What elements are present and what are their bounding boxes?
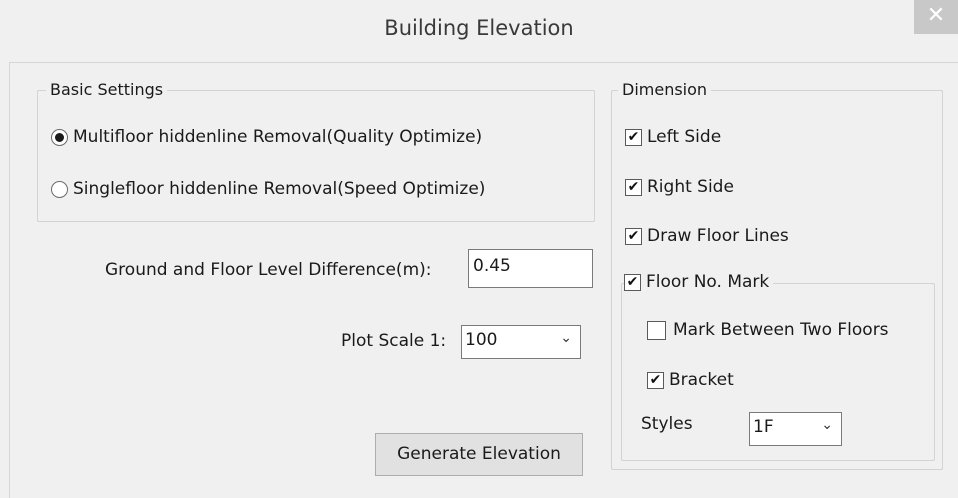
left-side-checkbox[interactable]: ✔ Left Side — [625, 127, 721, 147]
close-button[interactable]: ✕ — [914, 0, 958, 34]
styles-label: Styles — [641, 414, 693, 434]
floor-no-mark-checkbox[interactable]: ✔ Floor No. Mark — [624, 272, 774, 292]
checkmark-icon[interactable]: ✔ — [647, 371, 664, 389]
mark-between-label: Mark Between Two Floors — [673, 320, 889, 340]
dialog-body: Basic Settings Multifloor hiddenline Rem… — [9, 62, 958, 498]
styles-select[interactable]: 1F ⌄ — [749, 412, 842, 446]
close-icon: ✕ — [926, 3, 946, 28]
radio-unselected-icon[interactable] — [51, 180, 68, 198]
multifloor-radio-option[interactable]: Multifloor hiddenline Removal(Quality Op… — [51, 127, 482, 147]
bracket-label: Bracket — [669, 370, 734, 390]
singlefloor-radio-option[interactable]: Singlefloor hiddenline Removal(Speed Opt… — [51, 179, 485, 199]
right-side-label: Right Side — [647, 177, 734, 197]
draw-floor-lines-label: Draw Floor Lines — [647, 226, 789, 246]
mark-between-checkbox[interactable]: Mark Between Two Floors — [647, 320, 889, 340]
styles-value: 1F — [753, 417, 774, 437]
plot-scale-select[interactable]: 100 ⌄ — [461, 325, 581, 359]
checkmark-icon[interactable]: ✔ — [625, 178, 642, 196]
plot-scale-label: Plot Scale 1: — [341, 331, 447, 351]
dimension-legend: Dimension — [618, 80, 712, 99]
generate-elevation-button[interactable]: Generate Elevation — [375, 433, 583, 476]
unchecked-box-icon[interactable] — [647, 320, 666, 340]
ground-floor-diff-label: Ground and Floor Level Difference(m): — [105, 260, 432, 280]
multifloor-label: Multifloor hiddenline Removal(Quality Op… — [73, 127, 483, 147]
draw-floor-lines-checkbox[interactable]: ✔ Draw Floor Lines — [625, 226, 789, 246]
chevron-down-icon: ⌄ — [560, 330, 572, 346]
singlefloor-label: Singlefloor hiddenline Removal(Speed Opt… — [73, 179, 486, 199]
ground-floor-diff-input[interactable]: 0.45 — [468, 249, 593, 288]
plot-scale-value: 100 — [465, 330, 498, 350]
checkmark-icon[interactable]: ✔ — [624, 273, 641, 291]
dimension-group: Dimension ✔ Left Side ✔ Right Side ✔ Dra… — [611, 80, 943, 470]
basic-settings-legend: Basic Settings — [46, 80, 168, 99]
floor-no-mark-label: Floor No. Mark — [646, 272, 770, 292]
window-title: Building Elevation — [384, 16, 574, 40]
basic-settings-group: Basic Settings Multifloor hiddenline Rem… — [37, 80, 595, 222]
bracket-checkbox[interactable]: ✔ Bracket — [647, 370, 734, 390]
checkmark-icon[interactable]: ✔ — [625, 227, 642, 245]
radio-selected-icon[interactable] — [51, 128, 68, 146]
checkmark-icon[interactable]: ✔ — [625, 128, 642, 146]
left-side-label: Left Side — [647, 127, 722, 147]
right-side-checkbox[interactable]: ✔ Right Side — [625, 177, 734, 197]
chevron-down-icon: ⌄ — [821, 417, 833, 433]
title-bar: Building Elevation ✕ — [0, 0, 958, 62]
floor-no-mark-group: ✔ Floor No. Mark Mark Between Two Floors… — [621, 272, 935, 461]
